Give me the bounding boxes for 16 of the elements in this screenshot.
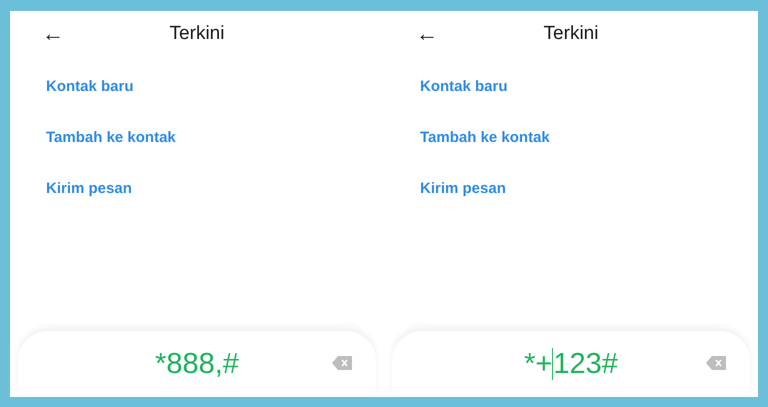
action-link[interactable]: Tambah ke kontak [420,129,550,147]
dialed-number: *888,# [155,348,239,380]
action-link[interactable]: Tambah ke kontak [46,129,176,147]
back-button[interactable]: ← [416,23,438,45]
action-link[interactable]: Kirim pesan [420,180,506,198]
action-link[interactable]: Kontak baru [420,78,508,96]
text-cursor [552,348,554,380]
screen-title: Terkini [544,23,598,45]
action-link[interactable]: Kontak baru [46,78,134,96]
action-link[interactable]: Kirim pesan [46,180,132,198]
screen-title: Terkini [170,23,224,45]
backspace-icon[interactable] [332,356,352,370]
dialed-number: 123# [553,348,618,380]
back-button[interactable]: ← [42,23,64,45]
backspace-icon[interactable] [706,356,726,370]
dialed-number: *+ [524,348,552,380]
